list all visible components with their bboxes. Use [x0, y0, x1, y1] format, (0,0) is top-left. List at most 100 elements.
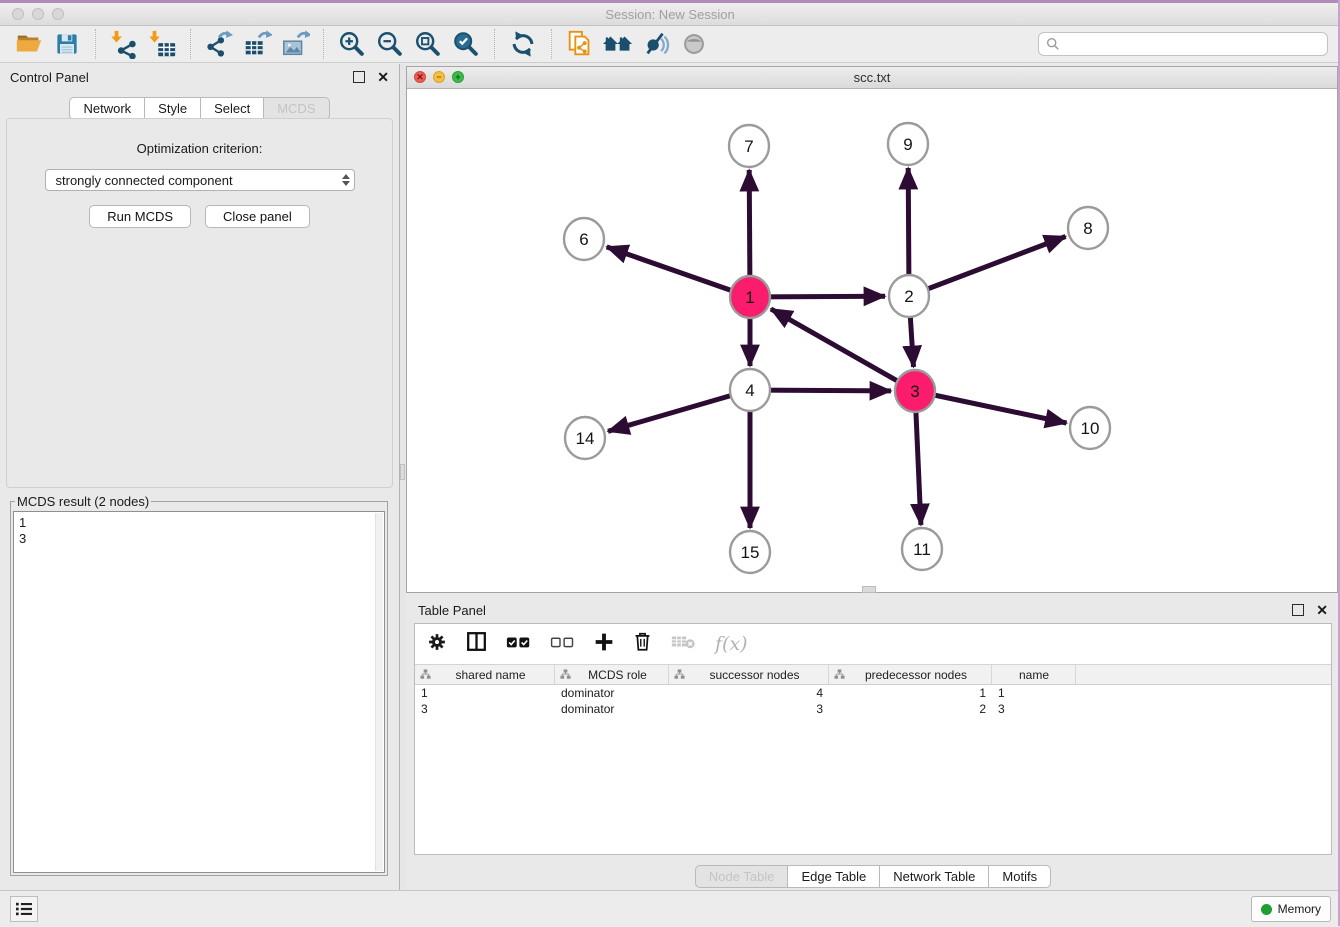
export-network-button[interactable] [202, 27, 236, 61]
search-input[interactable] [1065, 36, 1320, 53]
graph-node-2[interactable]: 2 [889, 275, 929, 317]
zoom-out-button[interactable] [373, 27, 407, 61]
zoom-in-button[interactable] [335, 27, 369, 61]
clone-network-button[interactable] [563, 27, 597, 61]
table-cell[interactable]: dominator [555, 701, 669, 717]
network-window-titlebar[interactable]: ✕ − + scc.txt [407, 67, 1337, 89]
add-column-button[interactable] [594, 632, 614, 657]
close-table-panel-icon[interactable]: ✕ [1316, 604, 1328, 616]
column-header-name[interactable]: name [992, 665, 1076, 684]
float-panel-icon[interactable] [353, 71, 365, 83]
table-panel-tabs: Node TableEdge TableNetwork TableMotifs [406, 865, 1340, 888]
delete-column-button[interactable] [633, 631, 652, 657]
zoom-out-icon [375, 29, 405, 59]
tab-style[interactable]: Style [144, 97, 201, 120]
graph-node-11[interactable]: 11 [902, 528, 942, 570]
column-header-predecessor-nodes[interactable]: predecessor nodes [829, 665, 992, 684]
hide-button[interactable] [639, 27, 673, 61]
network-resize-handle[interactable] [862, 586, 876, 593]
memory-status-icon [1261, 904, 1272, 915]
save-floppy-icon [53, 30, 81, 58]
tab-motifs[interactable]: Motifs [988, 865, 1051, 888]
table-cell[interactable]: 4 [669, 685, 829, 701]
graph-node-15[interactable]: 15 [730, 531, 770, 573]
svg-text:4: 4 [745, 381, 754, 400]
attribute-tree-icon [674, 669, 685, 680]
table-rows: 1dominator4113dominator323 [415, 685, 1331, 717]
tab-mcds[interactable]: MCDS [263, 97, 329, 120]
result-scrollbar[interactable] [375, 513, 383, 871]
graph-edge-2-8[interactable] [909, 237, 1066, 297]
import-network-button[interactable] [107, 27, 141, 61]
table-cell[interactable]: dominator [555, 685, 669, 701]
search-field[interactable] [1038, 32, 1328, 56]
show-button[interactable] [677, 27, 711, 61]
toolbar-separator [95, 29, 96, 59]
zoom-selected-button[interactable] [449, 27, 483, 61]
list-icon [15, 901, 33, 917]
tab-edge-table[interactable]: Edge Table [787, 865, 880, 888]
column-view-button[interactable] [466, 631, 487, 657]
graph-edge-4-14[interactable] [608, 390, 750, 431]
close-window-icon[interactable] [12, 8, 24, 20]
tab-network[interactable]: Network [69, 97, 145, 120]
table-cell[interactable]: 3 [669, 701, 829, 717]
graph-edge-3-10[interactable] [915, 391, 1067, 423]
criterion-select[interactable]: strongly connected component [45, 169, 355, 191]
save-session-button[interactable] [50, 27, 84, 61]
close-panel-icon[interactable]: ✕ [377, 71, 389, 83]
home-button[interactable] [601, 27, 635, 61]
import-table-button[interactable] [145, 27, 179, 61]
tab-select[interactable]: Select [200, 97, 264, 120]
graph-node-14[interactable]: 14 [565, 417, 605, 459]
graph-node-8[interactable]: 8 [1068, 207, 1108, 249]
table-cell[interactable]: 1 [415, 685, 555, 701]
table-cell[interactable]: 3 [415, 701, 555, 717]
graph-node-3[interactable]: 3 [895, 370, 935, 412]
mcds-result-list[interactable]: 13 [13, 511, 385, 873]
zoom-fit-button[interactable] [411, 27, 445, 61]
run-mcds-button[interactable]: Run MCDS [89, 205, 191, 228]
table-row[interactable]: 1dominator411 [415, 685, 1331, 701]
graph-node-7[interactable]: 7 [729, 125, 769, 167]
table-settings-button[interactable] [427, 632, 447, 657]
tab-node-table[interactable]: Node Table [695, 865, 789, 888]
column-header-shared-name[interactable]: shared name [415, 665, 555, 684]
open-session-button[interactable] [12, 27, 46, 61]
network-minimize-icon[interactable]: − [433, 71, 445, 83]
graph-node-6[interactable]: 6 [564, 218, 604, 260]
table-cell[interactable]: 1 [992, 685, 1076, 701]
column-header-mcds-role[interactable]: MCDS role [555, 665, 669, 684]
select-all-button[interactable] [506, 633, 531, 656]
graph-node-10[interactable]: 10 [1070, 407, 1110, 449]
deselect-all-button[interactable] [550, 633, 575, 656]
network-canvas[interactable]: 1 2 3 4 6 7 8 9 10 11 14 15 [407, 88, 1337, 592]
task-history-button[interactable] [10, 896, 38, 922]
table-cell[interactable]: 2 [829, 701, 992, 717]
tab-network-table[interactable]: Network Table [879, 865, 989, 888]
float-table-panel-icon[interactable] [1292, 604, 1304, 616]
table-row[interactable]: 3dominator323 [415, 701, 1331, 717]
graph-node-1[interactable]: 1 [730, 276, 770, 318]
memory-button[interactable]: Memory [1251, 896, 1331, 922]
attribute-tree-icon [420, 669, 431, 680]
toolbar-separator [190, 29, 191, 59]
table-cell[interactable]: 1 [829, 685, 992, 701]
graph-node-4[interactable]: 4 [730, 369, 770, 411]
export-image-button[interactable] [278, 27, 312, 61]
table-cell[interactable]: 3 [992, 701, 1076, 717]
close-panel-button[interactable]: Close panel [205, 205, 310, 228]
minimize-window-icon[interactable] [32, 8, 44, 20]
column-view-icon [466, 631, 487, 652]
network-maximize-icon[interactable]: + [452, 71, 464, 83]
graph-edge-1-6[interactable] [607, 247, 750, 297]
column-header-successor-nodes[interactable]: successor nodes [669, 665, 829, 684]
export-table-button[interactable] [240, 27, 274, 61]
network-close-icon[interactable]: ✕ [414, 71, 426, 83]
gear-icon [427, 632, 447, 652]
maximize-window-icon[interactable] [52, 8, 64, 20]
graph-node-9[interactable]: 9 [888, 123, 928, 165]
refresh-layout-button[interactable] [506, 27, 540, 61]
graph-edge-3-1[interactable] [771, 309, 915, 391]
divider-grip[interactable] [400, 464, 405, 480]
